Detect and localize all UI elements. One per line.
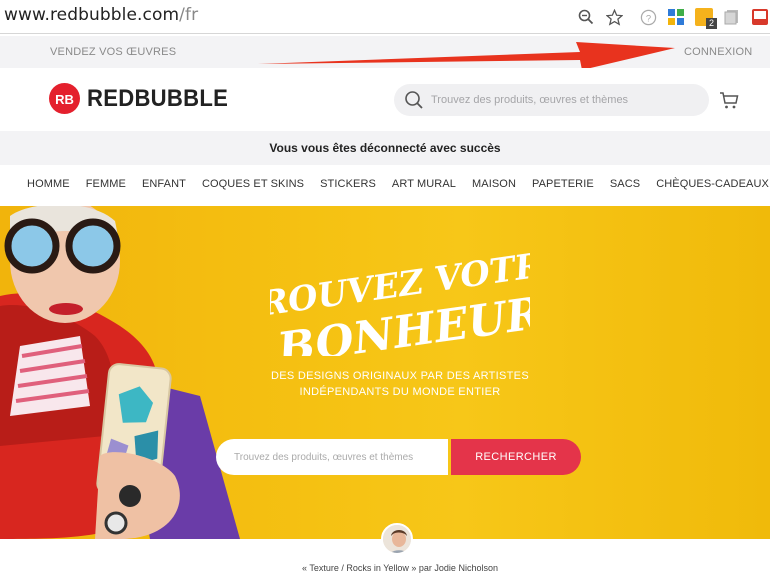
nav-item-art-mural[interactable]: ART MURAL (392, 170, 456, 198)
category-nav: HOMME FEMME ENFANT COQUES ET SKINS STICK… (0, 170, 770, 198)
search-icon (405, 91, 423, 109)
zoom-icon[interactable] (576, 7, 596, 27)
svg-text:RB: RB (55, 92, 74, 107)
header-search[interactable] (394, 84, 709, 116)
help-icon[interactable]: ? (638, 7, 658, 27)
nav-item-cheques-cadeaux[interactable]: CHÈQUES-CADEAUX (656, 170, 769, 198)
header-search-input[interactable] (431, 94, 691, 106)
nav-item-coques[interactable]: COQUES ET SKINS (202, 170, 304, 198)
artwork-credit: « Texture / Rocks in Yellow » par Jodie … (302, 563, 498, 573)
nav-item-femme[interactable]: FEMME (86, 170, 126, 198)
address-bar[interactable]: www.redbubble.com/fr (4, 5, 198, 25)
redbubble-logo-icon: RB (49, 83, 80, 114)
url-path: /fr (179, 5, 199, 25)
svg-text:?: ? (645, 13, 650, 24)
logout-notice: Vous vous êtes déconnecté avec succès (0, 131, 770, 165)
logo-text: REDBUBBLE (87, 84, 229, 112)
star-icon[interactable] (604, 7, 624, 27)
artist-avatar[interactable] (381, 523, 413, 555)
nav-item-papeterie[interactable]: PAPETERIE (532, 170, 594, 198)
url-host: www.redbubble.com (4, 5, 180, 25)
hero-model-image (0, 206, 240, 539)
browser-toolbar: www.redbubble.com/fr ? 2 (0, 0, 770, 34)
login-link[interactable]: CONNEXION (684, 46, 752, 58)
hero-title: TROUVEZ VOTRE BONHEUR (270, 246, 530, 356)
site-header: RB REDBUBBLE (0, 68, 770, 130)
nav-item-homme[interactable]: HOMME (27, 170, 70, 198)
hero-search[interactable] (216, 439, 448, 475)
extension-badge: 2 (705, 18, 717, 29)
extension-icon[interactable]: 2 (694, 7, 717, 29)
extension-icon[interactable] (666, 7, 686, 27)
extension-icon[interactable] (722, 7, 742, 27)
search-button[interactable]: RECHERCHER (451, 439, 581, 475)
nav-item-stickers[interactable]: STICKERS (320, 170, 376, 198)
cart-icon[interactable] (718, 89, 740, 111)
redbubble-logo[interactable]: RB REDBUBBLE (49, 83, 240, 114)
extension-icon[interactable] (750, 7, 770, 27)
hero-subtitle: DES DESIGNS ORIGINAUX PAR DES ARTISTES I… (271, 370, 529, 398)
nav-item-sacs[interactable]: SACS (610, 170, 640, 198)
hero-banner: TROUVEZ VOTRE BONHEUR DES DESIGNS ORIGIN… (0, 206, 770, 539)
nav-item-maison[interactable]: MAISON (472, 170, 516, 198)
nav-item-enfant[interactable]: ENFANT (142, 170, 186, 198)
sell-your-work-link[interactable]: VENDEZ VOS ŒUVRES (50, 46, 176, 58)
hero-search-input[interactable] (234, 451, 444, 463)
